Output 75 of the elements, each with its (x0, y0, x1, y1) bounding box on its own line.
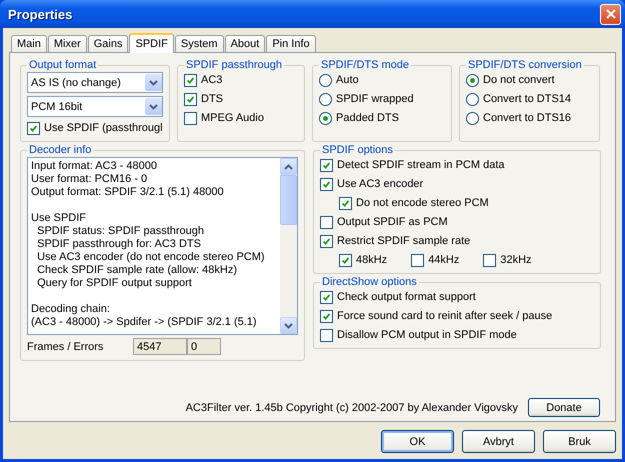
group-title: Output format (28, 59, 98, 71)
info-line: Use SPDIF (31, 212, 88, 225)
tab[interactable]: System (174, 35, 224, 52)
checkbox[interactable]: MPEG Audio (184, 110, 298, 126)
radio-button[interactable]: Padded DTS (319, 110, 445, 126)
info-line: Check SPDIF sample rate (allow: 48kHz) (36, 264, 238, 277)
copyright-text: AC3Filter ver. 1.45b Copyright (c) 2002-2007 by Alexander Vigovsky (186, 402, 518, 414)
checkbox[interactable]: AC3 (184, 72, 298, 88)
checkmark-icon (28, 122, 39, 134)
info-line: SPDIF passthrough for: AC3 DTS (36, 238, 202, 251)
checkbox[interactable]: Use SPDIF (passthrougl (27, 120, 163, 136)
group-title: DirectShow options (321, 276, 418, 288)
group-title: SPDIF/DTS mode (320, 59, 410, 71)
info-line: Input format: AC3 - 48000 (31, 160, 158, 173)
radio-button[interactable]: Convert to DTS14 (466, 91, 593, 107)
radio-button[interactable]: Auto (319, 72, 445, 88)
checkmark-icon (321, 178, 332, 190)
tab[interactable]: SPDIF (129, 33, 174, 53)
checkbox[interactable]: DTS (184, 91, 298, 107)
tab[interactable]: Main (11, 35, 47, 52)
checkmark-icon (340, 198, 351, 208)
info-line: (AC3 - 48000) -> Spdifer -> (SPDIF 3/2.1 (5.1) (31, 316, 258, 329)
group-title: Decoder info (28, 144, 92, 156)
radio-button[interactable]: SPDIF wrapped (319, 91, 445, 107)
checkbox[interactable]: Do not encode stereo PCM (339, 195, 594, 211)
group-title: SPDIF passthrough (185, 59, 283, 71)
tab[interactable]: Mixer (48, 35, 87, 52)
tab[interactable]: Pin Info (266, 35, 316, 52)
chevron-down-icon (149, 104, 158, 110)
checkbox[interactable]: 32kHz (483, 252, 532, 268)
checkbox[interactable]: Detect SPDIF stream in PCM data (320, 157, 594, 173)
checkmark-icon (321, 236, 332, 246)
scrollbar[interactable] (280, 158, 297, 334)
dialog-button[interactable]: Avbryt (462, 430, 535, 453)
close-icon (606, 9, 616, 19)
info-text-area[interactable] (27, 157, 298, 335)
donate-button[interactable]: Donate (528, 398, 600, 417)
frames-field: 4547 (133, 338, 187, 355)
info-line: Query for SPDIF output support (36, 277, 193, 290)
dropdown[interactable]: AS IS (no change) (27, 72, 163, 93)
dropdown[interactable]: PCM 16bit (27, 96, 163, 117)
info-line: SPDIF status: SPDIF passthrough (36, 225, 206, 238)
checkmark-icon (185, 94, 196, 104)
close-button[interactable] (600, 4, 621, 24)
frames-errors-label: Frames / Errors (27, 340, 104, 352)
chevron-down-icon (149, 80, 158, 86)
errors-field: 0 (187, 338, 221, 355)
group-title: SPDIF options (321, 144, 394, 156)
tab[interactable]: About (224, 35, 266, 52)
checkbox[interactable]: 48kHz (339, 252, 388, 268)
tab[interactable]: Gains (88, 35, 128, 52)
checkmark-icon (321, 292, 332, 302)
dialog-button[interactable]: Bruk (543, 430, 616, 453)
checkmark-icon (185, 74, 196, 86)
checkbox[interactable]: Check output format support (320, 289, 594, 305)
chevron-down-icon (284, 322, 293, 328)
info-line: Decoding chain: (31, 303, 111, 316)
checkmark-icon (321, 310, 332, 322)
radio-button[interactable]: Convert to DTS16 (466, 110, 593, 126)
info-line: Output format: SPDIF 3/2.1 (5.1) 48000 (31, 186, 225, 199)
checkmark-icon (321, 160, 332, 170)
checkmark-icon (340, 254, 351, 266)
checkbox[interactable]: Output SPDIF as PCM (320, 214, 594, 230)
window-title: Properties (7, 6, 72, 22)
checkbox[interactable]: Force sound card to reinit after seek / pause (320, 308, 594, 324)
checkbox[interactable]: Disallow PCM output in SPDIF mode (320, 327, 594, 343)
checkbox[interactable]: Use AC3 encoder (320, 176, 594, 192)
checkbox[interactable]: 44kHz (411, 252, 460, 268)
group-title: SPDIF/DTS conversion (467, 59, 583, 71)
radio-button[interactable]: Do not convert (466, 72, 593, 88)
info-line: User format: PCM16 - 0 (31, 173, 148, 186)
info-line: Use AC3 encoder (do not encode stereo PCM) (36, 251, 266, 264)
checkbox[interactable]: Restrict SPDIF sample rate (320, 233, 594, 249)
dialog-button[interactable]: OK (381, 430, 454, 453)
chevron-up-icon (284, 164, 293, 170)
